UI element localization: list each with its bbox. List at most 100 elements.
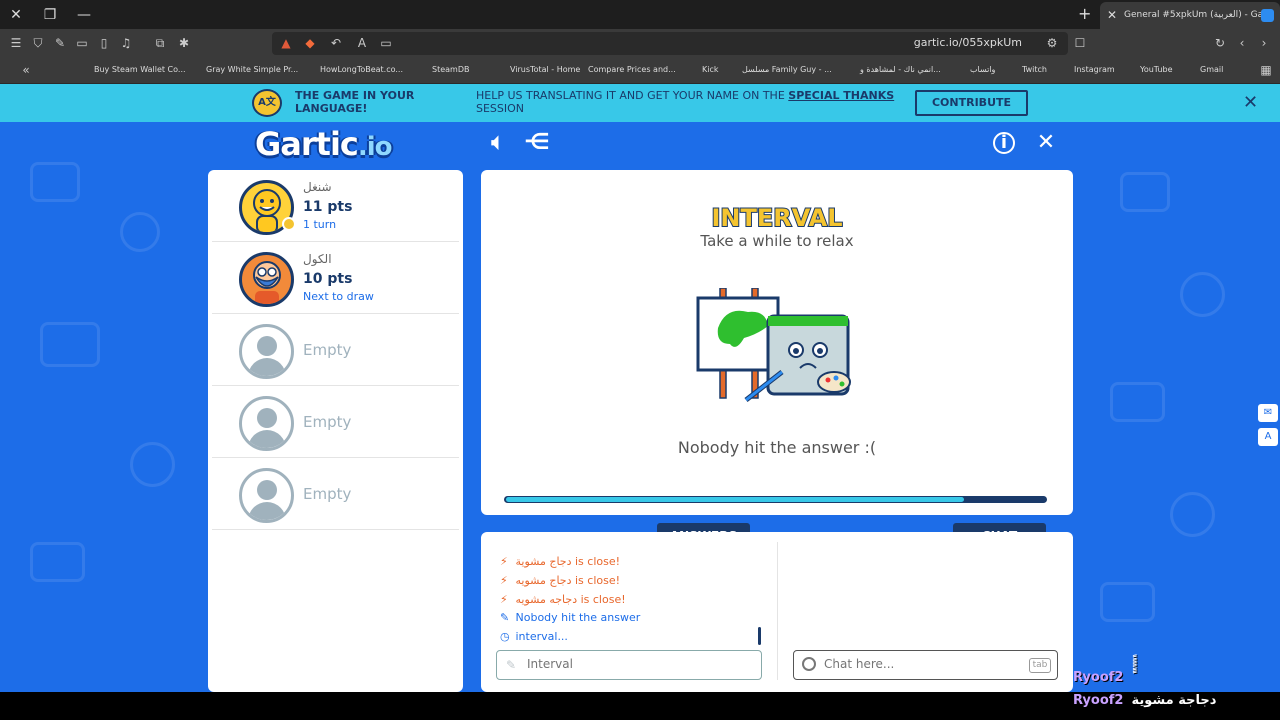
answer-input[interactable] [527, 657, 747, 671]
background-doodle [40, 322, 100, 367]
forward-icon[interactable]: › [1256, 35, 1272, 51]
browser-tab[interactable]: ✕ General #5xpkUm (العربية) - Ga [1100, 2, 1280, 29]
bookmark-item[interactable]: Kick [702, 65, 719, 74]
screenshot-icon[interactable]: ⧉ [152, 35, 168, 51]
url-text[interactable]: gartic.io/055xpkUm [914, 36, 1022, 49]
address-bar[interactable]: ▲ ◆ ↶ A ▭ gartic.io/055xpkUm ⚙ [272, 32, 1068, 55]
game-area: Gartic.io 🔈︎ ⋲ i ✕ شنغل 11 pts 1 turn ال… [0, 122, 1280, 692]
avatar [239, 252, 294, 307]
bookmark-item[interactable]: Compare Prices and... [588, 65, 676, 74]
tab-key-hint: tab [1029, 658, 1051, 673]
translation-banner: A文 THE GAME IN YOUR LANGUAGE! HELP US TR… [0, 84, 1280, 122]
back-icon[interactable]: ‹ [1234, 35, 1250, 51]
empty-avatar-icon [239, 468, 294, 523]
answer-text: دجاج مشوية is close! [515, 555, 621, 568]
browser-toolbar: ☰ ⛉ ✎ ▭ ▯ ♫ ⧉ ✱ ▲ ◆ ↶ A ▭ gartic.io/055x… [0, 29, 1280, 58]
info-icon[interactable]: i [993, 132, 1015, 154]
background-doodle [120, 212, 160, 252]
player-name: الكول [303, 252, 332, 266]
answer-item: ◷ interval... [500, 630, 568, 643]
brave-shield-icon[interactable]: ◆ [302, 35, 318, 51]
bookmark-item[interactable]: Twitch [1022, 65, 1047, 74]
close-icon[interactable]: ✕ [1243, 92, 1258, 113]
reload-icon[interactable]: ↻ [1212, 35, 1228, 51]
background-doodle [1180, 272, 1225, 317]
translate-side-icon[interactable]: A [1258, 428, 1278, 446]
close-window-icon[interactable]: ✕ [6, 5, 26, 25]
cast-icon[interactable]: ▭ [378, 35, 394, 51]
bookmark-item[interactable]: مسلسل Family Guy - ... [742, 65, 832, 74]
close-icon[interactable]: ✕ [1033, 130, 1059, 156]
tab-close-icon[interactable]: ✕ [1107, 2, 1117, 29]
menu-icon[interactable]: ☰ [8, 35, 24, 51]
player-row[interactable]: الكول 10 pts Next to draw [212, 244, 459, 314]
players-panel: شنغل 11 pts 1 turn الكول 10 pts Next to … [208, 170, 463, 692]
feedback-icon[interactable]: ✉ [1258, 404, 1278, 422]
chat-bubble-icon [802, 657, 816, 671]
new-tab-icon[interactable]: + [1078, 4, 1091, 23]
bookmark-item[interactable]: Gray White Simple Pr... [206, 65, 298, 74]
empty-label: Empty [303, 413, 352, 431]
collapse-icon[interactable]: « [18, 62, 34, 78]
answer-text: Nobody hit the answer [515, 611, 641, 624]
bookmark-item[interactable]: VirusTotal - Home [510, 65, 580, 74]
tab-title: General #5xpkUm (العربية) - Ga [1124, 10, 1264, 20]
banner-text-part: SESSION [476, 102, 525, 115]
lightning-icon: ⚡︎ [500, 555, 508, 568]
player-note: 1 turn [303, 218, 337, 231]
chat-input[interactable] [824, 657, 1014, 671]
answers-scrollbar[interactable] [758, 627, 761, 645]
translate-icon[interactable]: A [354, 35, 370, 51]
turn-badge-icon [282, 217, 296, 231]
site-settings-icon[interactable]: ⚙ [1044, 35, 1060, 51]
sound-icon[interactable]: 🔈︎ [485, 130, 511, 156]
shield-icon[interactable]: ⛉ [30, 35, 46, 51]
tab-favicon-icon [1261, 9, 1274, 22]
pin-icon[interactable]: ✎ [52, 35, 68, 51]
stream-chat-line: Ryoof2 دجاجة مشوية [1073, 693, 1216, 708]
answers-chat-panel: ⚡︎ دجاج مشوية is close! ⚡︎ دجاج مشويه is… [481, 532, 1073, 692]
bookmark-item[interactable]: HowLongToBeat.co... [320, 65, 403, 74]
background-doodle [1120, 172, 1170, 212]
answer-item: ✎ Nobody hit the answer [500, 611, 640, 624]
back-history-icon[interactable]: ↶ [328, 35, 344, 51]
background-doodle [30, 162, 80, 202]
answer-field[interactable]: ✎ [496, 650, 762, 680]
panel-divider [777, 542, 778, 680]
music-icon[interactable]: ♫ [118, 35, 134, 51]
minimize-icon[interactable]: — [74, 5, 94, 25]
sidebar-icon[interactable]: ▯ [96, 35, 112, 51]
contribute-button[interactable]: CONTRIBUTE [915, 90, 1028, 116]
pencil-icon: ✎ [506, 658, 517, 672]
bookmark-item[interactable]: انمي ناك - لمشاهدة و... [860, 65, 941, 74]
share-icon[interactable]: ⋲ [524, 130, 550, 156]
paint-bucket-easel-illustration [696, 288, 851, 402]
drawing-canvas: INTERVAL Take a while to relax Nobody hi… [481, 170, 1073, 515]
background-doodle [1110, 382, 1165, 422]
player-note: Next to draw [303, 290, 374, 303]
gartic-logo: Gartic.io [255, 125, 393, 165]
bookmark-item[interactable]: YouTube [1140, 65, 1173, 74]
bookmark-item[interactable]: Instagram [1074, 65, 1115, 74]
chat-field[interactable]: tab [793, 650, 1058, 680]
player-row[interactable]: شنغل 11 pts 1 turn [212, 172, 459, 242]
bookmark-item[interactable]: Gmail [1200, 65, 1223, 74]
bookmark-item[interactable]: Buy Steam Wallet Co... [94, 65, 186, 74]
background-doodle [30, 542, 85, 582]
extensions-icon[interactable]: ✱ [176, 35, 192, 51]
apps-grid-icon[interactable]: ▦ [1258, 62, 1274, 78]
banner-text-part: HELP US TRANSLATING IT AND GET YOUR NAME… [476, 89, 785, 102]
empty-label: Empty [303, 485, 352, 503]
bookmark-icon[interactable]: ☐ [1072, 35, 1088, 51]
pencil-icon: ✎ [500, 611, 510, 624]
timer-progress-bar [504, 496, 1047, 503]
banner-text: HELP US TRANSLATING IT AND GET YOUR NAME… [476, 89, 896, 115]
background-doodle [1170, 492, 1215, 537]
tabs-icon[interactable]: ▭ [74, 35, 90, 51]
restore-icon[interactable]: ❐ [40, 5, 60, 25]
bookmark-item[interactable]: واتساب [970, 65, 995, 74]
special-thanks-link[interactable]: SPECIAL THANKS [788, 89, 894, 102]
result-message: Nobody hit the answer :( [677, 438, 877, 457]
warning-icon[interactable]: ▲ [278, 35, 294, 51]
bookmark-item[interactable]: SteamDB [432, 65, 469, 74]
